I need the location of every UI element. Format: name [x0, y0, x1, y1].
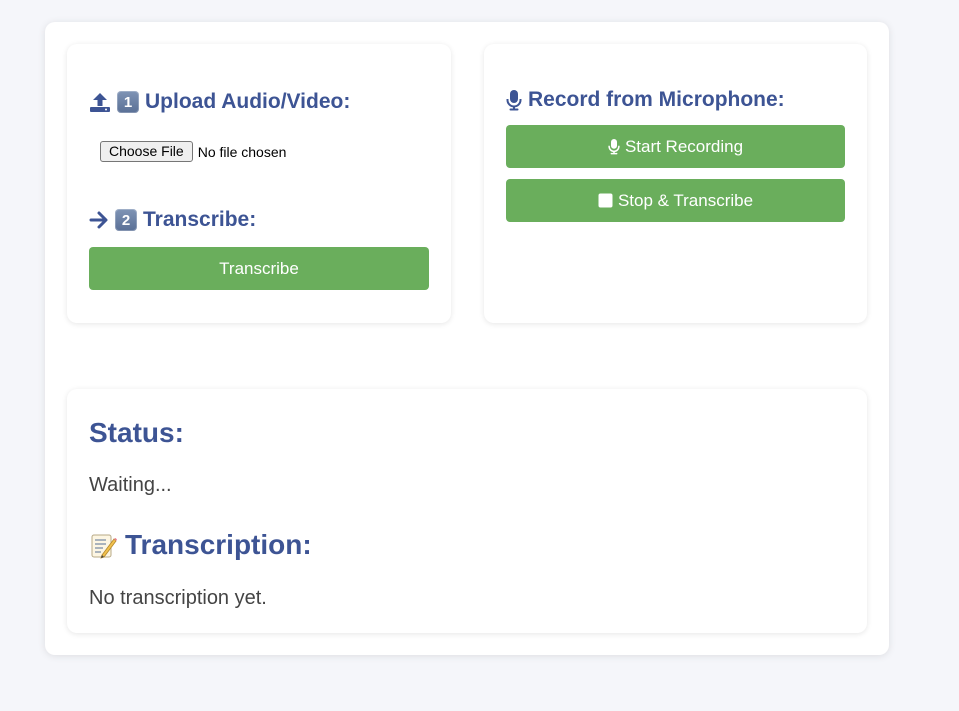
- transcription-value: No transcription yet.: [89, 587, 267, 609]
- record-heading-label: Record from Microphone:: [528, 88, 785, 111]
- upload-heading-label: Upload Audio/Video:: [145, 90, 351, 113]
- record-card: Record from Microphone: Start Recording …: [484, 44, 867, 323]
- transcribe-button-label: Transcribe: [219, 258, 299, 278]
- arrow-right-icon: [89, 210, 109, 230]
- transcribe-heading: 2 Transcribe:: [89, 208, 256, 232]
- stop-icon: [598, 193, 613, 208]
- file-input[interactable]: Choose File No file chosen: [100, 141, 286, 162]
- step-1-badge: 1: [117, 91, 139, 113]
- microphone-icon: [506, 89, 522, 111]
- status-card: Status: Waiting... Transcription: No tra…: [67, 389, 867, 633]
- upload-card: 1 Upload Audio/Video: Choose File No fil…: [67, 44, 451, 323]
- file-status-text: No file chosen: [197, 143, 287, 160]
- upload-icon: [89, 91, 111, 113]
- upload-heading: 1 Upload Audio/Video:: [89, 90, 350, 114]
- transcribe-button[interactable]: Transcribe: [89, 247, 429, 290]
- stop-transcribe-button[interactable]: Stop & Transcribe: [506, 179, 845, 222]
- microphone-icon: [608, 138, 620, 155]
- stop-transcribe-label: Stop & Transcribe: [617, 190, 754, 210]
- main-container: 1 Upload Audio/Video: Choose File No fil…: [45, 22, 889, 655]
- start-recording-label: Start Recording: [624, 136, 744, 156]
- choose-file-button[interactable]: Choose File: [100, 141, 193, 162]
- record-heading: Record from Microphone:: [506, 88, 785, 112]
- status-heading: Status:: [89, 417, 184, 448]
- transcription-heading-label: Transcription:: [125, 529, 312, 560]
- memo-icon: [89, 531, 117, 559]
- status-value: Waiting...: [89, 474, 172, 496]
- step-2-badge: 2: [115, 209, 137, 231]
- transcription-heading: Transcription:: [89, 529, 312, 561]
- start-recording-button[interactable]: Start Recording: [506, 125, 845, 168]
- transcribe-heading-label: Transcribe:: [143, 208, 257, 231]
